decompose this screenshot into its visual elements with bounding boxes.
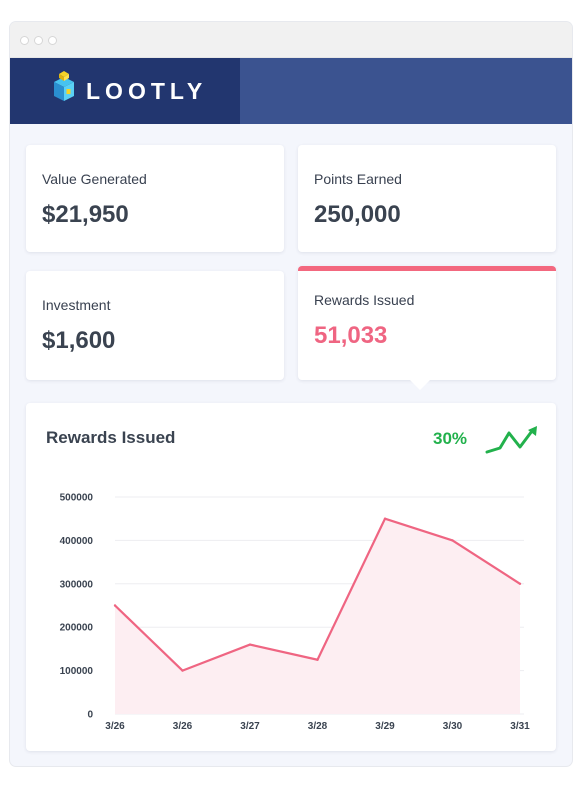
stat-card-investment[interactable]: Investment $1,600: [26, 271, 284, 380]
stat-label: Points Earned: [314, 171, 402, 187]
stat-value: $21,950: [42, 201, 129, 228]
series-area: [115, 518, 520, 714]
y-tick-label: 500000: [60, 493, 94, 504]
x-tick-label: 3/27: [240, 721, 260, 732]
treasure-chest-icon: [54, 71, 74, 101]
x-tick-label: 3/30: [443, 721, 463, 732]
x-tick-label: 3/28: [308, 721, 328, 732]
data-point: [181, 669, 184, 672]
x-tick-label: 3/26: [173, 721, 193, 732]
stat-card-value-generated[interactable]: Value Generated $21,950: [26, 145, 284, 252]
window-dot-icon[interactable]: [20, 36, 29, 45]
y-tick-label: 100000: [60, 666, 94, 677]
data-point: [248, 643, 252, 646]
stat-label: Rewards Issued: [314, 292, 415, 308]
data-point: [451, 539, 454, 542]
stat-label: Value Generated: [42, 171, 147, 187]
x-tick-label: 3/31: [510, 721, 530, 732]
window-titlebar: [10, 22, 572, 58]
x-tick-label: 3/29: [375, 721, 395, 732]
stat-card-rewards-issued[interactable]: Rewards Issued 51,033: [298, 266, 556, 380]
window-dot-icon[interactable]: [34, 36, 43, 45]
app-header: LOOTLY: [10, 58, 572, 124]
stat-value: $1,600: [42, 327, 116, 354]
y-tick-label: 0: [87, 710, 93, 721]
x-tick-label: 3/26: [105, 721, 125, 732]
stat-label: Investment: [42, 297, 111, 313]
stat-card-points-earned[interactable]: Points Earned 250,000: [298, 145, 556, 252]
data-point: [113, 604, 117, 607]
data-point: [383, 517, 387, 520]
rewards-chart-card: Rewards Issued 30% 0 100000 200000 300000 40…: [26, 403, 556, 751]
window-dot-icon[interactable]: [48, 36, 57, 45]
stat-value: 51,033: [314, 322, 388, 349]
brand-name: LOOTLY: [86, 78, 208, 104]
rewards-line-chart: 0 100000 200000 300000 400000 500000 3/26 3/26 3…: [60, 493, 531, 733]
brand-logo[interactable]: LOOTLY: [10, 58, 240, 124]
data-point: [316, 658, 319, 661]
y-tick-label: 400000: [60, 536, 94, 547]
active-card-pointer: [410, 380, 430, 390]
stat-value: 250,000: [314, 201, 401, 228]
y-tick-label: 200000: [60, 623, 94, 634]
y-tick-label: 300000: [60, 579, 94, 590]
data-point: [518, 582, 522, 585]
